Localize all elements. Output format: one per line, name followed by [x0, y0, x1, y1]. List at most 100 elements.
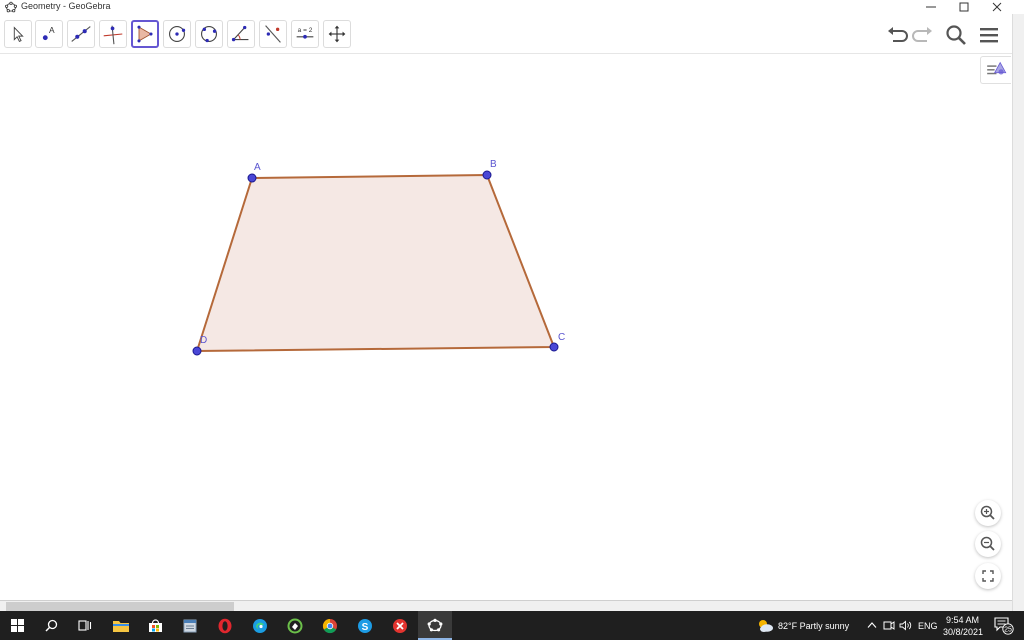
zoom-in-button[interactable] — [975, 500, 1001, 526]
point-a[interactable] — [247, 173, 257, 183]
polygon-tool-button[interactable] — [131, 20, 159, 48]
move-cross-arrows-icon — [328, 25, 346, 43]
undo-icon — [888, 27, 908, 42]
point-label-d[interactable]: D — [200, 335, 207, 346]
notepad-taskbar-item[interactable] — [173, 611, 207, 640]
redo-button[interactable] — [910, 22, 936, 48]
polygon-abcd[interactable] — [196, 174, 555, 352]
zoom-out-icon — [980, 536, 995, 551]
clock-date[interactable]: 30/8/2021 — [943, 627, 983, 638]
search-icon — [44, 619, 57, 632]
start-button[interactable] — [0, 611, 34, 640]
undo-button[interactable] — [884, 22, 910, 48]
folder-icon — [113, 621, 129, 632]
perpendicular-line-icon — [103, 25, 123, 45]
scrollbar-thumb[interactable] — [6, 602, 234, 611]
window-title: Geometry - GeoGebra — [21, 1, 111, 11]
title-bar: Geometry - GeoGebra — [0, 0, 1024, 14]
shopping-bag-icon — [148, 619, 162, 632]
task-view-button[interactable] — [68, 611, 102, 640]
volume-icon[interactable] — [899, 620, 912, 631]
line-tool-button[interactable] — [67, 20, 95, 48]
store-taskbar-item[interactable] — [138, 611, 172, 640]
circle-three-points-tool-button[interactable] — [195, 20, 223, 48]
minimize-icon — [925, 6, 936, 8]
edge-taskbar-item[interactable] — [243, 611, 277, 640]
point-icon: A — [42, 25, 55, 41]
app-taskbar-item-red[interactable] — [383, 611, 417, 640]
point-d[interactable] — [192, 346, 202, 356]
maximize-button[interactable] — [947, 0, 980, 14]
geogebra-logo-icon — [5, 1, 17, 13]
opera-taskbar-item[interactable] — [208, 611, 242, 640]
slider-tool-button[interactable]: a = 2 — [291, 20, 319, 48]
windows-taskbar: S 82°F Partly sunny ENG 9:54 AM 30/8/202… — [0, 611, 1024, 640]
move-graphics-view-tool-button[interactable] — [323, 20, 351, 48]
hamburger-menu-icon — [980, 28, 998, 43]
red-x-app-icon — [393, 618, 407, 633]
redo-icon — [912, 27, 932, 42]
input-language[interactable]: ENG — [918, 621, 938, 632]
document-app-icon — [183, 619, 197, 632]
file-explorer-taskbar-item[interactable] — [104, 611, 138, 640]
fullscreen-icon — [982, 570, 994, 582]
green-app-icon — [287, 618, 303, 633]
svg-text:S: S — [362, 622, 369, 633]
search-button[interactable] — [943, 22, 969, 48]
maximize-icon — [959, 2, 968, 12]
fullscreen-button[interactable] — [975, 563, 1001, 589]
line-icon — [71, 26, 91, 42]
zoom-out-button[interactable] — [975, 531, 1001, 557]
toolbar: A a = 2 — [0, 14, 1012, 54]
slider-icon: a = 2 — [296, 27, 314, 39]
reflect-about-line-icon — [265, 25, 281, 43]
angle-icon — [231, 25, 249, 42]
point-label-b[interactable]: B — [490, 159, 497, 170]
svg-text:a = 2: a = 2 — [298, 27, 313, 34]
perpendicular-line-tool-button[interactable] — [99, 20, 127, 48]
notification-center-icon[interactable]: 25 — [994, 616, 1014, 635]
partly-sunny-icon — [759, 620, 773, 632]
clock-time[interactable]: 9:54 AM — [946, 615, 979, 626]
zoom-in-icon — [980, 505, 995, 520]
weather-text[interactable]: 82°F Partly sunny — [778, 621, 849, 632]
point-c[interactable] — [549, 342, 559, 352]
circle-center-point-icon — [169, 26, 186, 42]
point-tool-button[interactable]: A — [35, 20, 63, 48]
geogebra-taskbar-item[interactable] — [418, 611, 452, 640]
main-menu-button[interactable] — [976, 22, 1002, 48]
geogebra-window: Geometry - GeoGebra A a = 2 A B C D S 82… — [0, 0, 1024, 640]
search-icon — [946, 25, 966, 45]
vertical-scrollbar[interactable] — [1012, 14, 1024, 611]
point-b[interactable] — [482, 170, 492, 180]
notification-count: 25 — [1004, 627, 1012, 634]
point-label-c[interactable]: C — [558, 332, 565, 343]
point-label-a[interactable]: A — [254, 162, 261, 173]
chrome-browser-icon — [322, 618, 337, 633]
construction-canvas[interactable]: A B C D — [0, 55, 1012, 600]
windows-logo-icon — [10, 619, 24, 632]
graphics-view[interactable]: A B C D — [0, 55, 1012, 600]
task-view-icon — [78, 620, 92, 631]
geogebra-logo-icon — [427, 618, 443, 631]
chevron-up-icon[interactable] — [867, 621, 877, 629]
meet-now-icon[interactable] — [883, 620, 895, 631]
move-tool-button[interactable] — [4, 20, 32, 48]
app-taskbar-item-green[interactable] — [278, 611, 312, 640]
chrome-taskbar-item[interactable] — [313, 611, 347, 640]
skype-taskbar-item[interactable]: S — [348, 611, 382, 640]
horizontal-scrollbar[interactable] — [0, 600, 1012, 611]
taskbar-search-button[interactable] — [34, 611, 68, 640]
edge-browser-icon — [253, 618, 267, 633]
arrow-pointer-icon — [13, 26, 24, 43]
skype-icon: S — [358, 618, 372, 633]
polygon-icon — [137, 25, 153, 43]
circle-center-tool-button[interactable] — [163, 20, 191, 48]
reflect-tool-button[interactable] — [259, 20, 287, 48]
opera-browser-icon — [218, 618, 232, 633]
angle-tool-button[interactable] — [227, 20, 255, 48]
minimize-button[interactable] — [914, 0, 947, 14]
close-button[interactable] — [980, 0, 1013, 14]
svg-text:A: A — [49, 25, 55, 35]
close-icon — [992, 2, 1001, 12]
